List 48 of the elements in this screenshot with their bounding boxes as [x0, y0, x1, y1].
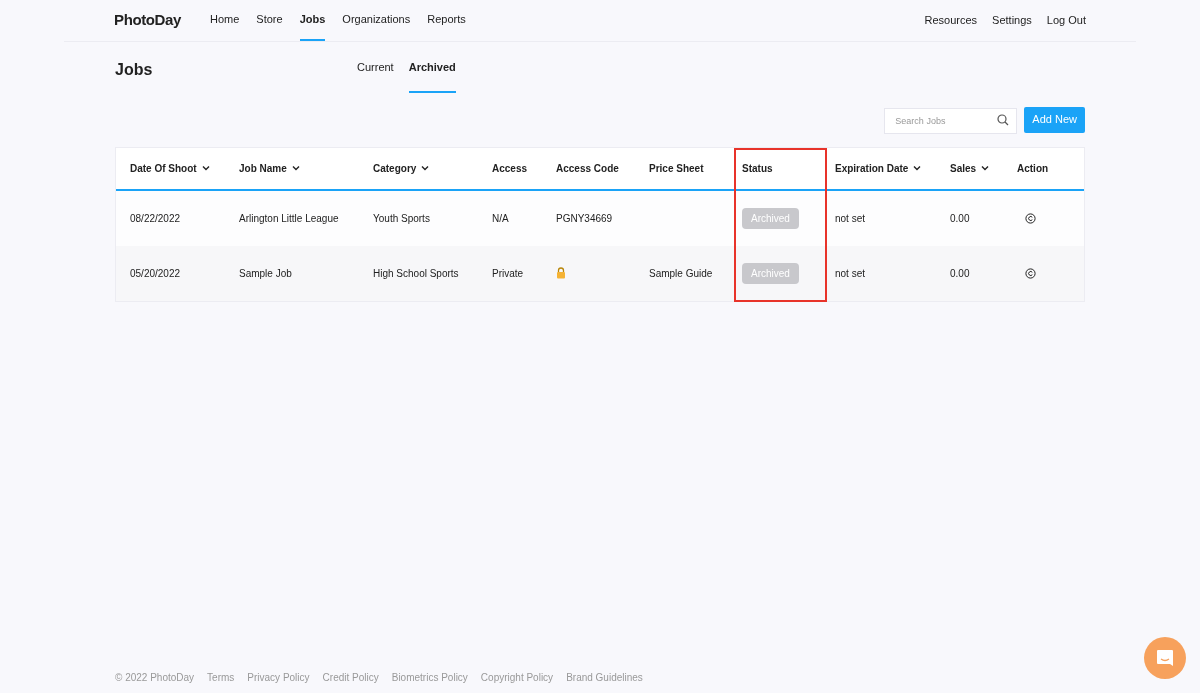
table-cell-text: 05/20/2022	[130, 266, 181, 281]
nav-link[interactable]: Log Out	[1046, 12, 1086, 29]
column-header: Status	[742, 161, 773, 176]
table-cell-text: 08/22/2022	[130, 211, 181, 226]
brand-logo[interactable]: PhotoDay	[114, 9, 210, 32]
column-header[interactable]: Expiration Date	[835, 160, 909, 176]
table-cell: 0.00	[950, 212, 970, 224]
caret-icon	[201, 165, 210, 171]
nav-link[interactable]: Settings	[992, 12, 1032, 29]
table-cell-text: PGNY34669	[556, 211, 613, 226]
table-cell: 0.00	[950, 267, 970, 279]
caret-icon	[291, 165, 300, 171]
nav-link[interactable]: Reports	[427, 0, 466, 41]
nav-link[interactable]: Store	[256, 0, 283, 41]
column-header: Access Code	[556, 161, 619, 176]
table-cell-text: Sample Job	[239, 266, 292, 281]
table-cell-text: High School Sports	[373, 266, 459, 281]
nav-link[interactable]: Organizations	[342, 0, 411, 41]
table-cell-text: Arlington Little League	[239, 211, 339, 226]
column-header: Price Sheet	[649, 161, 704, 176]
chat-icon	[1156, 648, 1174, 668]
caret-icon	[981, 165, 990, 171]
nav-link[interactable]: Resources	[924, 12, 978, 29]
nav-link[interactable]: Jobs	[299, 0, 326, 41]
nav-link[interactable]: Home	[210, 0, 240, 41]
padlock-icon	[556, 267, 566, 279]
page-title: Jobs	[115, 60, 154, 80]
copyright-text: © 2022 PhotoDay	[115, 671, 195, 685]
column-header[interactable]: Category	[373, 160, 417, 176]
action-menu-icon[interactable]	[1025, 212, 1036, 224]
table-cell-text: Private	[492, 266, 524, 281]
tab[interactable]: Current	[357, 42, 394, 93]
column-header: Action	[1017, 161, 1049, 176]
table-cell: not set	[835, 267, 866, 279]
tab[interactable]: Archived	[408, 42, 456, 93]
action-menu-icon[interactable]	[1025, 267, 1036, 279]
search-field[interactable]: Search Jobs	[884, 107, 1018, 134]
caret-icon	[913, 165, 922, 171]
table-cell-text: Youth Sports	[373, 211, 430, 226]
column-header[interactable]: Job Name	[239, 160, 287, 176]
column-header: Access	[492, 161, 528, 176]
search-icon	[997, 113, 1010, 126]
caret-icon	[421, 165, 430, 171]
table-cell-text: Sample Guide	[649, 266, 713, 281]
column-header[interactable]: Date Of Shoot	[130, 160, 197, 176]
table-cell: not set	[835, 212, 866, 224]
column-header[interactable]: Sales	[950, 160, 977, 176]
table-cell-text: N/A	[492, 211, 509, 226]
